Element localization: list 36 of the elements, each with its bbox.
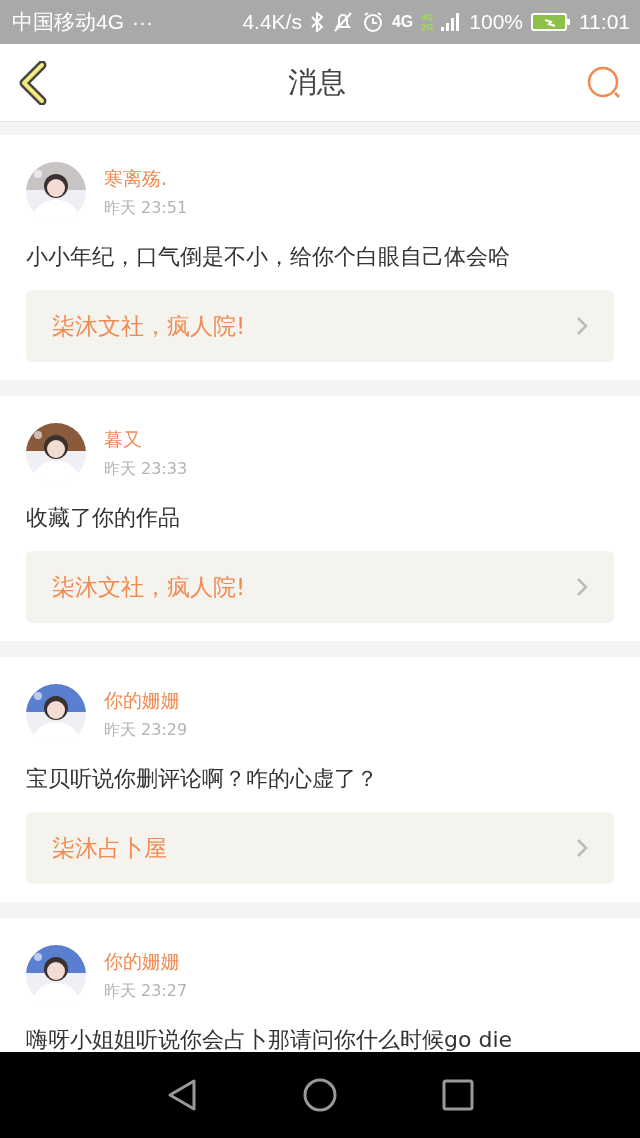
timestamp: 昨天 23:51 xyxy=(104,197,188,219)
back-icon[interactable] xyxy=(18,60,48,105)
user-name[interactable]: 你的姗姗 xyxy=(104,948,188,975)
chevron-right-icon xyxy=(576,316,588,336)
network-label: 4G xyxy=(391,13,414,31)
message-text: 小小年纪，口气倒是不小，给你个白眼自己体会哈 xyxy=(26,243,511,271)
back-nav-icon[interactable] xyxy=(166,1078,198,1112)
battery-percent: 100% xyxy=(469,10,523,34)
work-link[interactable]: 柒沐文社，疯人院! xyxy=(26,290,614,362)
message-text: 嗨呀小姐姐听说你会占卜那请问你什么时候go die xyxy=(26,1026,514,1052)
bluetooth-icon xyxy=(309,12,324,32)
page-title: 消息 xyxy=(288,63,346,101)
sim-label: 2G xyxy=(421,22,434,32)
timestamp: 昨天 23:27 xyxy=(104,980,188,1002)
muted-bell-icon xyxy=(331,11,354,33)
message-text: 宝贝听说你删评论啊？咋的心虚了？ xyxy=(26,765,379,793)
chevron-right-icon xyxy=(576,577,588,597)
work-link[interactable]: 柒沐占卜屋 xyxy=(26,812,614,884)
user-name[interactable]: 暮又 xyxy=(104,426,188,453)
user-name[interactable]: 你的姗姗 xyxy=(104,687,188,714)
sim-label: 4G xyxy=(421,12,434,22)
chevron-right-icon xyxy=(576,838,588,858)
alarm-icon xyxy=(361,11,384,33)
timestamp: 昨天 23:29 xyxy=(104,719,188,741)
work-link[interactable]: 柒沐文社，疯人院! xyxy=(26,551,614,623)
timestamp: 昨天 23:33 xyxy=(104,458,188,480)
speed-label: 4.4K/s xyxy=(242,10,302,34)
clock-time: 11:01 xyxy=(579,10,630,34)
carrier-label: 中国移动4G xyxy=(12,9,124,35)
user-name[interactable]: 寒离殇. xyxy=(104,165,188,192)
home-nav-icon[interactable] xyxy=(303,1078,337,1112)
more-indicator: ··· xyxy=(132,10,153,34)
signal-icon xyxy=(441,11,462,33)
message-text: 收藏了你的作品 xyxy=(26,504,181,532)
battery-icon xyxy=(531,12,571,32)
recents-nav-icon[interactable] xyxy=(442,1079,474,1111)
